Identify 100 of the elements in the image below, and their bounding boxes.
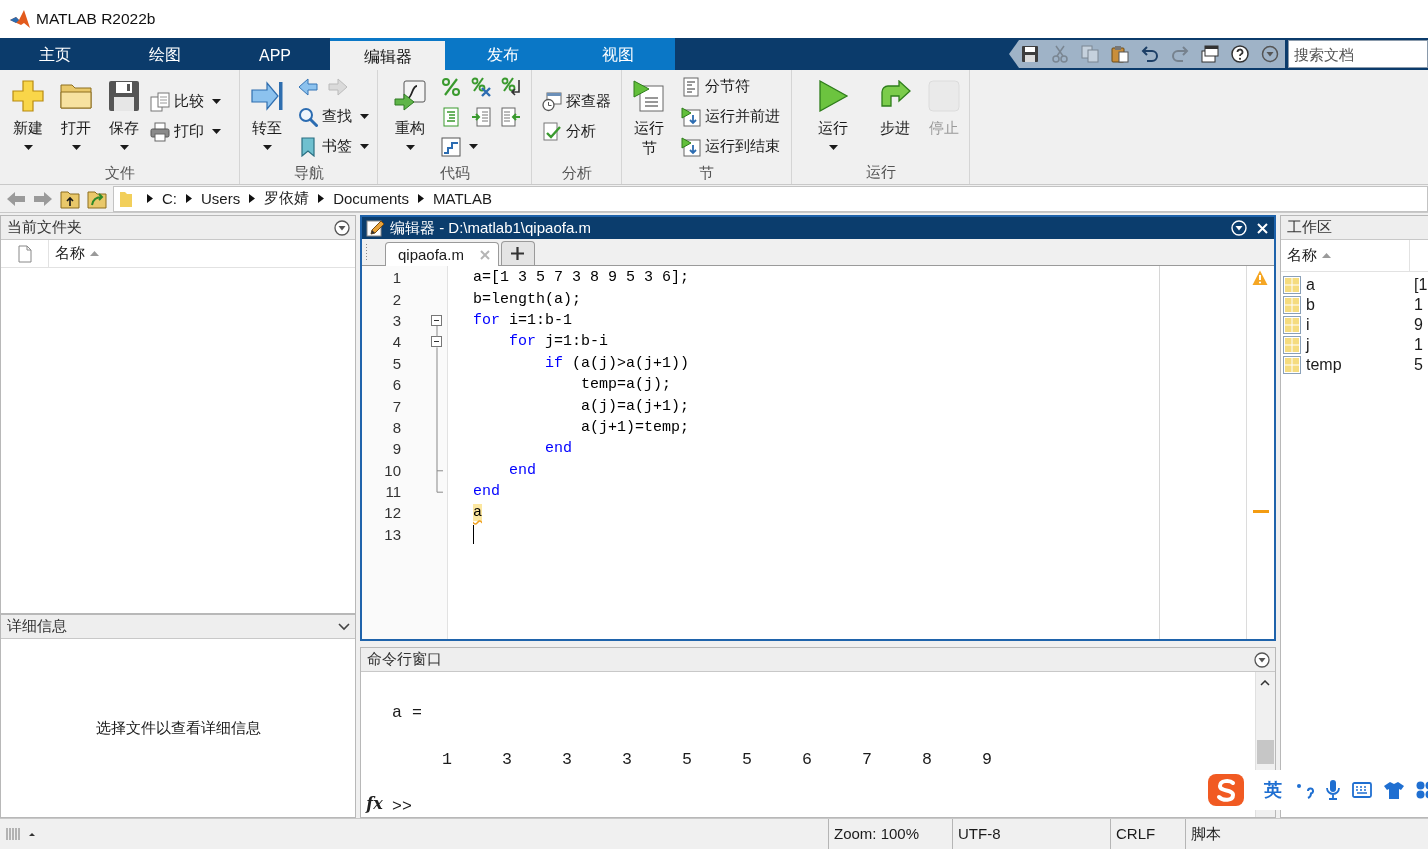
profiler-button[interactable]: 探查器 bbox=[542, 88, 611, 115]
open-button[interactable]: 打开 bbox=[52, 80, 100, 150]
percent-return-icon bbox=[501, 76, 521, 97]
variable-value: [1 bbox=[1413, 276, 1428, 294]
step-chart-icon bbox=[441, 136, 461, 157]
ribbon-tab[interactable]: 发布 bbox=[445, 38, 560, 70]
code-line: b=length(a); bbox=[473, 290, 582, 308]
grip-icon bbox=[6, 826, 36, 842]
ribbon-tab[interactable]: 视图 bbox=[560, 38, 675, 70]
variable-value: 1 bbox=[1413, 336, 1423, 354]
arrow-to-bar-icon bbox=[251, 80, 283, 112]
keyboard-icon[interactable] bbox=[1352, 782, 1372, 798]
breadcrumb-link[interactable]: 罗依婧 bbox=[264, 189, 310, 208]
bookmark-button[interactable]: 书签 bbox=[298, 133, 369, 160]
column-header[interactable]: 名称 bbox=[49, 240, 99, 267]
analyze-button[interactable]: 分析 bbox=[542, 118, 596, 145]
panel-menu-button[interactable] bbox=[1254, 651, 1270, 668]
input-mode-button[interactable]: 英 bbox=[1264, 778, 1282, 802]
breadcrumb-link[interactable]: MATLAB bbox=[433, 190, 492, 207]
status-field: UTF-8 bbox=[952, 819, 1110, 849]
output-value: 5 bbox=[682, 749, 692, 769]
ribbon-tab[interactable]: 编辑器 bbox=[330, 38, 445, 70]
line-number: 2 bbox=[391, 290, 402, 308]
panel-title: 当前文件夹 bbox=[7, 218, 82, 237]
left-arrow-icon bbox=[7, 190, 25, 207]
line-number: 3 bbox=[391, 311, 402, 329]
search-icon bbox=[298, 106, 318, 127]
percent-cross-icon bbox=[471, 76, 491, 97]
print-button[interactable]: 打印 bbox=[150, 118, 221, 145]
fold-collapse-icon[interactable] bbox=[431, 336, 442, 348]
ime-logo-icon[interactable] bbox=[1207, 773, 1245, 807]
panel-title: 详细信息 bbox=[7, 617, 67, 636]
code-line: end bbox=[508, 461, 536, 479]
output-text: a = bbox=[392, 701, 423, 724]
microphone-icon[interactable] bbox=[1326, 780, 1340, 800]
scrollbar-thumb[interactable] bbox=[1257, 740, 1274, 764]
code-line: if (a(j)>a(j+1)) bbox=[544, 354, 690, 372]
document-play-icon bbox=[633, 80, 665, 112]
close-icon bbox=[479, 249, 490, 260]
status-field: Zoom: 100% bbox=[828, 819, 952, 849]
editor-title: 编辑器 - D:\matlab1\qipaofa.m bbox=[390, 218, 591, 238]
save-button[interactable]: 保存 bbox=[100, 80, 148, 150]
play-icon bbox=[817, 80, 849, 112]
variable-name: a bbox=[1306, 276, 1315, 294]
ribbon-tab[interactable]: APP bbox=[220, 38, 330, 70]
variable-name: i bbox=[1306, 316, 1310, 334]
run-button[interactable]: 运行 bbox=[809, 80, 857, 150]
panel-menu-button[interactable] bbox=[338, 622, 350, 631]
function-box-arrow-icon bbox=[394, 80, 426, 112]
breadcrumb-link[interactable]: C: bbox=[162, 190, 177, 207]
panel-menu-button[interactable] bbox=[334, 219, 350, 236]
folder-up-arrow-icon bbox=[60, 188, 80, 209]
windows-icon bbox=[1201, 45, 1219, 63]
go-to-button[interactable]: 转至 bbox=[243, 80, 291, 150]
grip-icon bbox=[365, 244, 368, 260]
compare-button[interactable]: 比较 bbox=[150, 88, 221, 115]
output-value: 5 bbox=[742, 749, 752, 769]
breadcrumb-link[interactable]: Documents bbox=[333, 190, 410, 207]
circle-caret-icon bbox=[1254, 651, 1270, 668]
ribbon-tab[interactable]: 主页 bbox=[0, 38, 110, 70]
scrollbar[interactable] bbox=[1256, 680, 1275, 764]
line-number: 8 bbox=[391, 418, 402, 436]
copy-icon bbox=[1081, 45, 1099, 63]
file-tab[interactable]: qipaofa.m bbox=[385, 242, 499, 266]
line-number: 11 bbox=[384, 483, 402, 501]
panel-title: 命令行窗口 bbox=[367, 650, 442, 669]
new-tab-button[interactable] bbox=[500, 241, 535, 265]
step-button[interactable]: 步进 bbox=[871, 80, 919, 138]
warning-marker[interactable] bbox=[1253, 510, 1269, 514]
percent-icon bbox=[441, 76, 461, 97]
run-to-end-button[interactable]: 运行到结束 bbox=[681, 133, 780, 160]
run-section-button[interactable]: 运行节 bbox=[625, 80, 673, 158]
fold-collapse-icon[interactable] bbox=[431, 314, 442, 326]
ribbon-tab[interactable]: 绘图 bbox=[110, 38, 220, 70]
outdent-arrow-icon bbox=[501, 106, 521, 127]
command-prompt: >> bbox=[392, 796, 412, 816]
path-field[interactable]: C: Users 罗依婧 Documents MATLAB bbox=[113, 185, 1428, 212]
breadcrumb-link[interactable]: Users bbox=[201, 190, 241, 207]
punctuation-icon[interactable] bbox=[1296, 781, 1314, 799]
search-field[interactable]: 搜索文档 bbox=[1288, 40, 1428, 68]
pencil-document-icon bbox=[366, 219, 384, 237]
refactor-button[interactable]: 重构 bbox=[386, 80, 434, 150]
group-label: 导航 bbox=[292, 163, 325, 183]
variable-name: j bbox=[1306, 336, 1310, 354]
function-browser-button[interactable]: fx bbox=[366, 794, 383, 814]
code-line: a=[1 3 5 7 3 8 9 5 3 6]; bbox=[473, 269, 690, 287]
file-icon bbox=[17, 244, 32, 263]
find-button[interactable]: 查找 bbox=[298, 103, 369, 130]
undo-arrow-icon bbox=[1141, 45, 1159, 63]
circle-caret-icon bbox=[1261, 45, 1279, 63]
run-and-advance-button[interactable]: 运行并前进 bbox=[681, 103, 780, 130]
close-button[interactable] bbox=[1257, 222, 1268, 234]
output-value: 3 bbox=[622, 749, 632, 769]
shirt-icon[interactable] bbox=[1384, 781, 1404, 799]
matlab-logo-icon bbox=[10, 10, 30, 28]
section-break-button[interactable]: 分节符 bbox=[681, 73, 750, 100]
new-button[interactable]: 新建 bbox=[4, 80, 52, 150]
group-label: 运行 bbox=[864, 162, 897, 182]
column-header[interactable]: 名称 bbox=[1281, 240, 1410, 271]
grid-icon bbox=[1283, 276, 1301, 294]
